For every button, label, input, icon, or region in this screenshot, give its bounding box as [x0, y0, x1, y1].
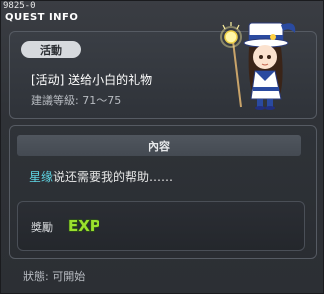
- npc-character-illustration: [220, 22, 296, 110]
- npc-name: 星缘: [29, 170, 54, 184]
- recommended-level: 建議等級: 71～75: [31, 94, 122, 107]
- quest-description: 星缘说还需要我的帮助……: [29, 168, 173, 185]
- description-text: 说还需要我的帮助……: [53, 170, 174, 184]
- window-title: QUEST INFO: [5, 11, 79, 23]
- exp-icon-text: EXP: [68, 217, 99, 235]
- content-header: 內容: [17, 135, 301, 156]
- reward-label: 獎勵: [31, 221, 53, 234]
- reward-box: [17, 201, 305, 251]
- category-badge: 活動: [21, 41, 81, 58]
- title-bar[interactable]: QUEST INFO: [5, 9, 78, 25]
- quest-name: [活动] 送给小白的礼物: [31, 73, 153, 87]
- quest-info-window: 9825-0 QUEST INFO 活動 [活动] 送给小白的礼物 建議等級: …: [0, 0, 324, 294]
- exp-icon[interactable]: EXP: [67, 215, 99, 235]
- quest-status: 狀態: 可開始: [23, 270, 86, 283]
